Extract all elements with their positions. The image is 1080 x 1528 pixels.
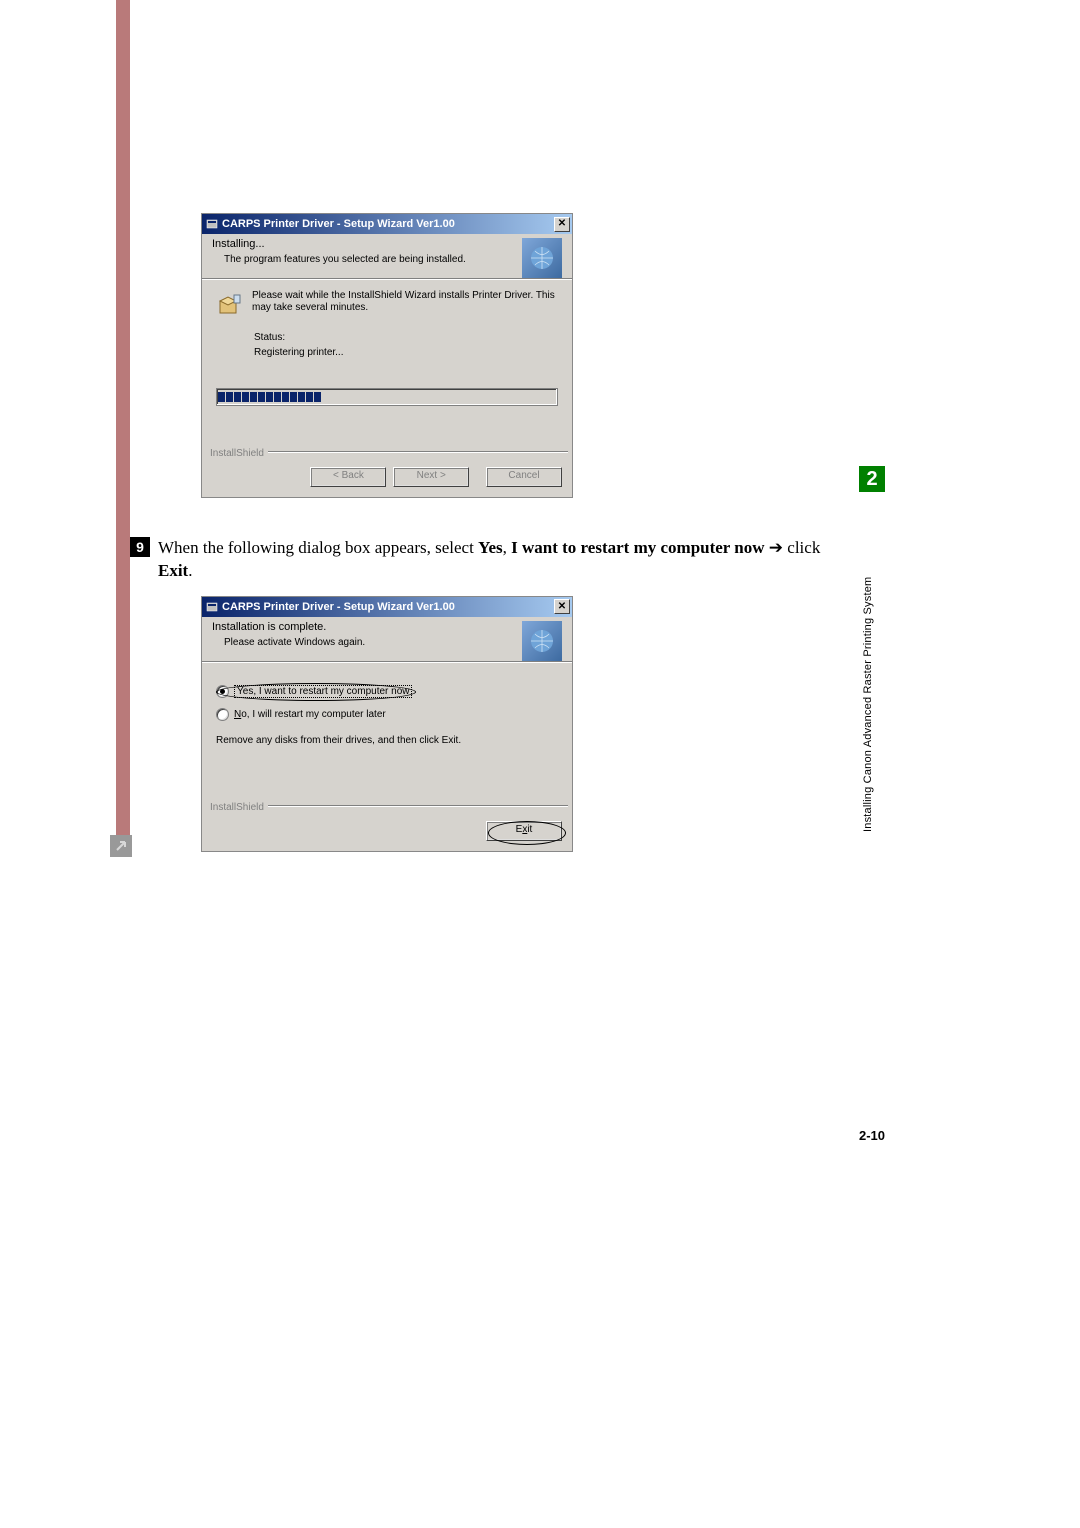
status-value: Registering printer... <box>254 343 558 358</box>
annotation-oval-restart-now <box>216 683 416 701</box>
step-9: 9 When the following dialog box appears,… <box>130 537 840 583</box>
step-text-bold: I want to restart my computer now <box>511 538 764 557</box>
step-text: When the following dialog box appears, s… <box>158 537 840 583</box>
chapter-left-bar <box>116 0 130 840</box>
install-complete-dialog: CARPS Printer Driver - Setup Wizard Ver1… <box>202 597 572 851</box>
dialog-title-bar: CARPS Printer Driver - Setup Wizard Ver1… <box>202 597 572 617</box>
back-button: < Back <box>310 467 386 487</box>
chapter-tab: 2 <box>859 466 885 492</box>
radio-restart-later[interactable]: No, I will restart my computer later <box>216 706 558 723</box>
step-text-part: ➔ click <box>765 538 821 557</box>
radio-label: o, I will restart my computer later <box>241 709 385 720</box>
close-icon: ✕ <box>558 602 566 612</box>
close-button[interactable]: ✕ <box>554 217 570 232</box>
step-text-bold: Yes <box>478 538 503 557</box>
next-button: Next > <box>393 467 469 487</box>
dialog-title: CARPS Printer Driver - Setup Wizard Ver1… <box>222 218 554 230</box>
annotation-oval-exit <box>488 821 566 845</box>
dialog-subheading: Please activate Windows again. <box>212 633 516 654</box>
chapter-label: Installing Canon Advanced Raster Printin… <box>862 502 884 832</box>
status-label: Status: <box>254 332 558 343</box>
globe-icon <box>522 238 562 278</box>
close-button[interactable]: ✕ <box>554 599 570 614</box>
step-badge: 9 <box>130 537 150 557</box>
radio-indicator <box>216 708 229 721</box>
step-text-part: . <box>188 561 192 580</box>
dialog-body: Installing... The program features you s… <box>202 234 572 497</box>
dialog-title: CARPS Printer Driver - Setup Wizard Ver1… <box>222 601 554 613</box>
package-icon <box>216 290 244 320</box>
step-text-bold: Exit <box>158 561 188 580</box>
disk-removal-note: Remove any disks from their drives, and … <box>216 723 558 796</box>
page-content: CARPS Printer Driver - Setup Wizard Ver1… <box>130 214 840 891</box>
installshield-brand: InstallShield <box>210 448 264 459</box>
step-text-part: When the following dialog box appears, s… <box>158 538 478 557</box>
installer-title-icon <box>206 601 218 613</box>
install-progress-dialog: CARPS Printer Driver - Setup Wizard Ver1… <box>202 214 572 497</box>
back-arrow-icon[interactable] <box>110 835 132 857</box>
wait-text: Please wait while the InstallShield Wiza… <box>252 290 558 314</box>
installshield-brand: InstallShield <box>210 802 264 813</box>
dialog-heading: Installation is complete. <box>212 621 516 633</box>
dialog-subheading: The program features you selected are be… <box>212 250 516 271</box>
globe-icon <box>522 621 562 661</box>
installer-title-icon <box>206 218 218 230</box>
progress-bar <box>216 388 558 406</box>
page-number: 2-10 <box>859 1128 885 1143</box>
step-text-part: , <box>503 538 512 557</box>
dialog-title-bar: CARPS Printer Driver - Setup Wizard Ver1… <box>202 214 572 234</box>
dialog-heading: Installing... <box>212 238 516 250</box>
cancel-button: Cancel <box>486 467 562 487</box>
close-icon: ✕ <box>558 219 566 229</box>
dialog-body: Installation is complete. Please activat… <box>202 617 572 851</box>
